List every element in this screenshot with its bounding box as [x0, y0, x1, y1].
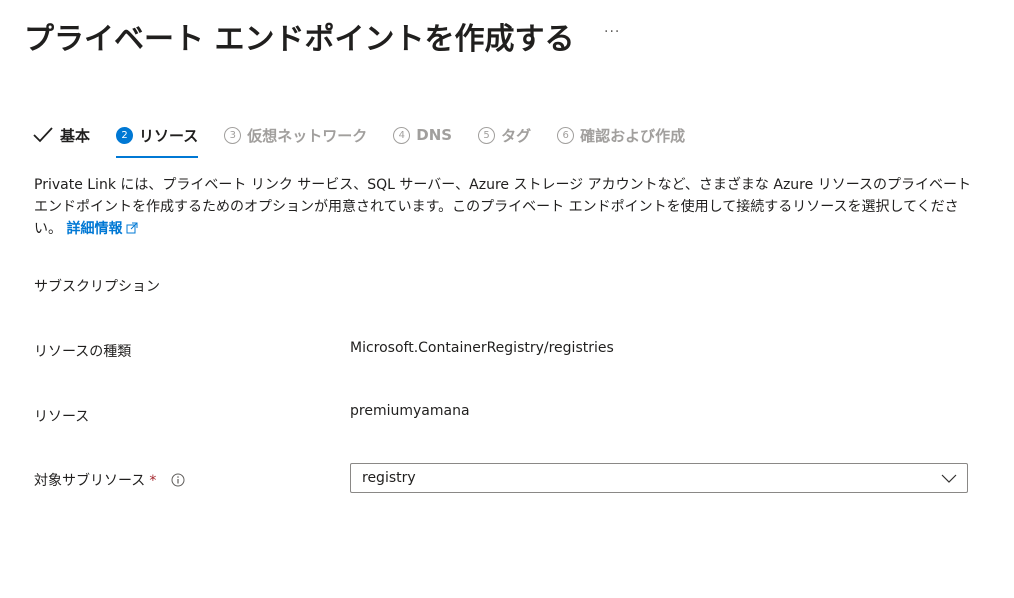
- description-body: Private Link には、プライベート リンク サービス、SQL サーバー…: [34, 177, 971, 237]
- info-icon[interactable]: [171, 473, 185, 487]
- external-link-icon: [126, 222, 138, 234]
- tab-virtual-network[interactable]: 3 仮想ネットワーク: [224, 122, 367, 148]
- tab-label: リソース: [139, 126, 199, 145]
- tab-review-create[interactable]: 6 確認および作成: [557, 122, 685, 148]
- tab-resource[interactable]: 2 リソース: [116, 122, 199, 158]
- tab-basics[interactable]: 基本: [32, 122, 90, 148]
- dropdown-selected-value: registry: [362, 470, 416, 486]
- learn-more-link[interactable]: 詳細情報: [66, 221, 138, 237]
- tab-tags[interactable]: 5 タグ: [478, 122, 531, 148]
- subscription-label: サブスクリプション: [34, 279, 160, 295]
- resource-value: premiumyamana: [350, 403, 470, 419]
- resource-type-label: リソースの種類: [34, 344, 132, 360]
- page-title: プライベート エンドポイントを作成する: [24, 22, 575, 57]
- step-number-badge: 5: [478, 126, 496, 144]
- step-number-badge: 2: [116, 126, 134, 144]
- target-subresource-label: 対象サブリソース: [34, 473, 146, 489]
- wizard-tabs: 基本 2 リソース 3 仮想ネットワーク 4 DNS 5 タグ 6 確認および作…: [32, 122, 711, 158]
- step-number-badge: 4: [393, 126, 411, 144]
- check-icon: [33, 127, 53, 143]
- required-marker: *: [149, 473, 157, 489]
- target-subresource-dropdown[interactable]: registry: [350, 463, 968, 493]
- tab-label: 確認および作成: [580, 126, 686, 145]
- tab-label: 仮想ネットワーク: [247, 126, 368, 145]
- description-text: Private Link には、プライベート リンク サービス、SQL サーバー…: [34, 174, 974, 240]
- tab-label: 基本: [60, 126, 91, 145]
- step-number-badge: 3: [224, 126, 242, 144]
- tab-dns[interactable]: 4 DNS: [393, 122, 452, 148]
- chevron-down-icon: [941, 474, 957, 483]
- learn-more-label: 詳細情報: [66, 221, 123, 237]
- step-number-badge: 6: [557, 126, 575, 144]
- resource-label: リソース: [34, 409, 90, 425]
- resource-type-value: Microsoft.ContainerRegistry/registries: [350, 340, 614, 356]
- tab-label: DNS: [416, 126, 453, 144]
- tab-label: タグ: [501, 126, 532, 145]
- target-subresource-label-row: 対象サブリソース *: [34, 470, 185, 490]
- more-options-button[interactable]: ···: [604, 24, 620, 40]
